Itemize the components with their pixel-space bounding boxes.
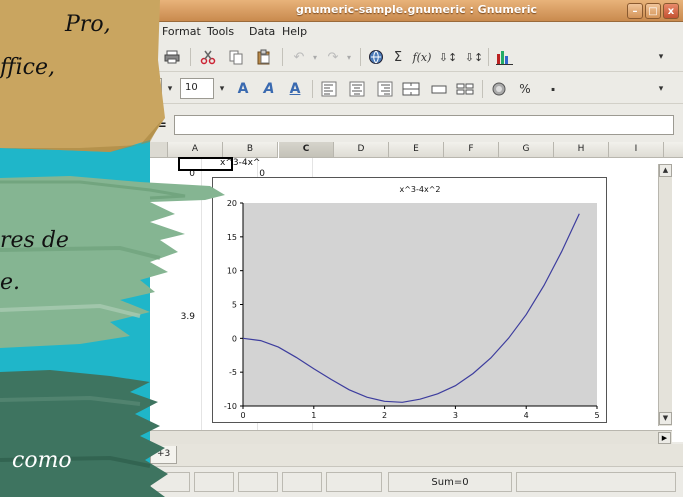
overlay-text-line4: e.	[0, 270, 21, 295]
align-left-icon[interactable]	[318, 79, 340, 99]
status-sum: Sum=0	[388, 472, 512, 492]
chart-guru-icon[interactable]	[494, 47, 516, 67]
scroll-up-icon[interactable]: ▲	[659, 164, 672, 177]
center-across-icon[interactable]	[428, 79, 450, 99]
line-chart: x^3-4x^220151050-5-100 1 2 3 4 5	[224, 185, 600, 420]
toolbar-overflow-icon[interactable]: ▾	[655, 47, 667, 67]
scroll-right-icon[interactable]: ▶	[658, 432, 671, 444]
vertical-scrollbar[interactable]: ▲ ▼	[658, 164, 672, 426]
undo-icon[interactable]: ↶	[290, 47, 308, 67]
minimize-button[interactable]: –	[627, 3, 643, 19]
maximize-button[interactable]: □	[645, 3, 661, 19]
italic-button[interactable]: A	[258, 79, 280, 99]
column-header-f[interactable]: F	[444, 142, 499, 158]
column-header-i[interactable]: I	[609, 142, 664, 158]
x-tick-label: 4	[524, 411, 529, 420]
sort-ascending-icon[interactable]: ⇩↕	[438, 47, 458, 67]
chart[interactable]: x^3-4x^2 20 15 10 5 0 -5 -10 0 1 2 3 4 5	[212, 177, 607, 423]
percent-button[interactable]: %	[516, 79, 534, 99]
x-tick-label: 3	[453, 411, 458, 420]
column-header-e[interactable]: E	[389, 142, 444, 158]
x-tick-label: 2	[382, 411, 387, 420]
thousands-separator-button[interactable]: ·	[546, 79, 560, 99]
currency-icon[interactable]	[488, 79, 510, 99]
align-right-icon[interactable]	[374, 79, 396, 99]
overlay-text-line3: res de	[0, 228, 69, 253]
overlay-text-line2: ffice,	[0, 55, 55, 80]
redo-icon[interactable]: ↷	[324, 47, 342, 67]
chart-title: x^3-4x^2	[399, 185, 440, 194]
split-cells-icon[interactable]	[454, 79, 476, 99]
column-header-g[interactable]: G	[499, 142, 554, 158]
scroll-down-icon[interactable]: ▼	[659, 412, 672, 425]
hyperlink-icon[interactable]	[366, 47, 386, 67]
function-wizard-icon[interactable]: f(x)	[410, 47, 434, 67]
autosum-icon[interactable]: Σ	[390, 47, 406, 67]
undo-dropdown-icon[interactable]: ▾	[310, 47, 320, 67]
close-button[interactable]: x	[663, 3, 679, 19]
column-header-d[interactable]: D	[334, 142, 389, 158]
x-tick-label: 1	[311, 411, 316, 420]
align-center-icon[interactable]	[346, 79, 368, 99]
merge-cells-icon[interactable]	[400, 79, 422, 99]
status-cell-6	[516, 472, 676, 492]
column-header-j[interactable]: J	[664, 142, 683, 158]
overlay-text-line1: Pro,	[65, 12, 111, 37]
status-cell-5	[326, 472, 382, 492]
status-cell-4	[282, 472, 322, 492]
overlay-text-line5: como	[12, 448, 72, 473]
format-toolbar-overflow-icon[interactable]: ▾	[655, 79, 667, 99]
redo-dropdown-icon[interactable]: ▾	[344, 47, 354, 67]
sort-descending-icon[interactable]: ⇩↕	[464, 47, 484, 67]
menu-help[interactable]: Help	[282, 25, 307, 38]
column-header-c[interactable]: C	[279, 142, 334, 158]
plot-area	[243, 203, 597, 406]
column-header-h[interactable]: H	[554, 142, 609, 158]
x-tick-label: 5	[594, 411, 599, 420]
underline-button[interactable]: A	[284, 79, 306, 99]
